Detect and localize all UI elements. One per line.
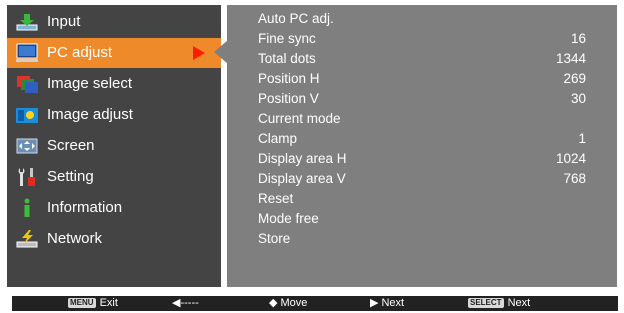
footer-hint-bar: MENU Exit ◀----- ◆ Move ▶ Next SELECT Next xyxy=(12,296,618,311)
image-select-icon xyxy=(15,74,39,94)
submenu-item-value: 269 xyxy=(563,71,586,86)
footer-move-hint: ◆ Move xyxy=(269,296,307,311)
submenu-item-label: Fine sync xyxy=(258,31,316,46)
submenu-item-current-mode[interactable]: Current mode xyxy=(258,109,586,129)
menu-item-label: Information xyxy=(47,199,123,216)
submenu-item-label: Total dots xyxy=(258,51,316,66)
main-menu-panel: Input PC adjust Image select Image adjus… xyxy=(7,5,221,287)
submenu-item-clamp[interactable]: Clamp 1 xyxy=(258,129,586,149)
submenu-item-display-area-h[interactable]: Display area H 1024 xyxy=(258,149,586,169)
menu-item-label: Screen xyxy=(47,137,95,154)
menu-item-label: Input xyxy=(47,13,81,30)
submenu-item-value: 1 xyxy=(578,131,586,146)
screen-icon xyxy=(15,136,39,156)
pc-adjust-icon xyxy=(15,43,39,63)
exit-label: Exit xyxy=(99,297,118,309)
menu-item-label: PC adjust xyxy=(47,44,113,61)
submenu-item-fine-sync[interactable]: Fine sync 16 xyxy=(258,29,586,49)
submenu-item-value: 1024 xyxy=(555,151,586,166)
menu-item-screen[interactable]: Screen xyxy=(7,131,221,161)
submenu-item-value: 16 xyxy=(570,31,586,46)
submenu-item-label: Position H xyxy=(258,71,320,86)
menu-item-label: Image adjust xyxy=(47,106,133,123)
menu-item-setting[interactable]: Setting xyxy=(7,162,221,192)
submenu-item-value: 768 xyxy=(563,171,586,186)
submenu-item-total-dots[interactable]: Total dots 1344 xyxy=(258,49,586,69)
menu-item-image-select[interactable]: Image select xyxy=(7,69,221,99)
submenu-item-store[interactable]: Store xyxy=(258,229,586,249)
submenu-item-label: Reset xyxy=(258,191,294,206)
move-label: Move xyxy=(280,297,308,309)
select-key-icon: SELECT xyxy=(468,298,504,309)
select-next-label: Next xyxy=(507,297,531,309)
submenu-item-label: Position V xyxy=(258,91,319,106)
footer-back-hint: ◀----- xyxy=(172,297,199,309)
menu-item-information[interactable]: Information xyxy=(7,193,221,223)
input-icon xyxy=(15,12,39,32)
submenu-item-value: 30 xyxy=(570,91,586,106)
submenu-item-position-h[interactable]: Position H 269 xyxy=(258,69,586,89)
network-icon xyxy=(15,229,39,249)
menu-item-label: Setting xyxy=(47,168,94,185)
menu-item-label: Network xyxy=(47,230,103,247)
move-arrows-icon: ◆ xyxy=(269,297,278,309)
menu-item-input[interactable]: Input xyxy=(7,7,221,37)
selection-pointer-icon xyxy=(193,46,205,60)
submenu-item-label: Clamp xyxy=(258,131,298,146)
submenu-item-label: Display area V xyxy=(258,171,346,186)
menu-item-image-adjust[interactable]: Image adjust xyxy=(7,100,221,130)
submenu-item-label: Store xyxy=(258,231,291,246)
submenu-item-label: Current mode xyxy=(258,111,341,126)
setting-icon xyxy=(15,167,39,187)
submenu-item-reset[interactable]: Reset xyxy=(258,189,586,209)
footer-select-hint: SELECT Next xyxy=(468,296,530,311)
menu-key-icon: MENU xyxy=(68,298,96,309)
next-label: Next xyxy=(381,297,405,309)
footer-next-hint: ▶ Next xyxy=(370,296,404,311)
submenu-item-position-v[interactable]: Position V 30 xyxy=(258,89,586,109)
submenu-item-label: Auto PC adj. xyxy=(258,11,334,26)
menu-item-network[interactable]: Network xyxy=(7,224,221,254)
submenu-item-value: 1344 xyxy=(555,51,586,66)
submenu-item-auto-pc-adj[interactable]: Auto PC adj. xyxy=(258,9,586,29)
menu-item-pc-adjust[interactable]: PC adjust xyxy=(7,38,221,68)
menu-item-label: Image select xyxy=(47,75,133,92)
information-icon xyxy=(15,198,39,218)
submenu-item-mode-free[interactable]: Mode free xyxy=(258,209,586,229)
image-adjust-icon xyxy=(15,105,39,125)
footer-exit-hint: MENU Exit xyxy=(68,296,118,311)
submenu-item-label: Mode free xyxy=(258,211,319,226)
submenu-item-display-area-v[interactable]: Display area V 768 xyxy=(258,169,586,189)
next-arrow-icon: ▶ xyxy=(370,297,379,309)
submenu-item-label: Display area H xyxy=(258,151,347,166)
pc-adjust-submenu-panel: Auto PC adj. Fine sync 16 Total dots 134… xyxy=(227,5,617,287)
